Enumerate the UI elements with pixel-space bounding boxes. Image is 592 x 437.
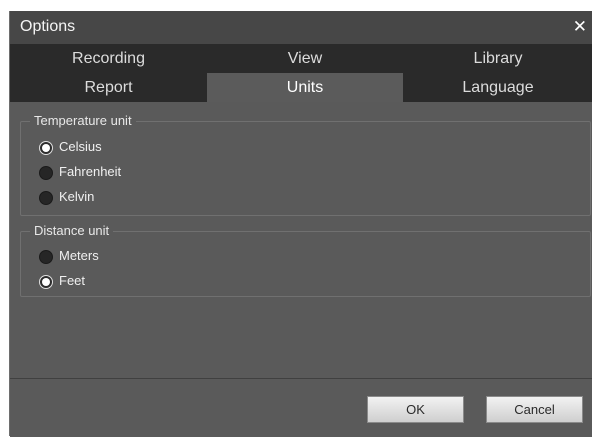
radio-unchecked-icon	[39, 250, 53, 264]
distance-unit-label: Distance unit	[30, 223, 114, 238]
radio-checked-icon	[39, 141, 53, 155]
title-bar: Options ✕	[10, 11, 592, 44]
tab-report[interactable]: Report	[10, 73, 207, 102]
tab-units[interactable]: Units	[207, 73, 403, 102]
tab-strip: Recording View Library Report Units Lang…	[10, 44, 592, 102]
tab-view[interactable]: View	[207, 44, 403, 73]
radio-unchecked-icon	[39, 191, 53, 205]
ok-button[interactable]: OK	[367, 396, 464, 423]
close-icon[interactable]: ✕	[573, 17, 587, 37]
dialog-title: Options	[20, 18, 76, 35]
temperature-unit-group: Temperature unit Celsius Fahrenheit Kelv…	[20, 113, 591, 216]
tab-language[interactable]: Language	[403, 73, 592, 102]
radio-checked-icon	[39, 275, 53, 289]
radio-label: Celsius	[59, 139, 102, 154]
tab-recording[interactable]: Recording	[10, 44, 207, 73]
radio-label: Meters	[59, 248, 99, 263]
tab-library[interactable]: Library	[403, 44, 592, 73]
temperature-unit-label: Temperature unit	[30, 113, 136, 128]
radio-label: Kelvin	[59, 189, 95, 204]
dialog-footer: OK Cancel	[10, 378, 592, 437]
options-dialog: Options ✕ Recording View Library Report …	[9, 11, 592, 437]
radio-unchecked-icon	[39, 166, 53, 180]
radio-label: Fahrenheit	[59, 164, 122, 179]
radio-label: Feet	[59, 273, 86, 288]
cancel-button[interactable]: Cancel	[486, 396, 583, 423]
distance-unit-group: Distance unit Meters Feet	[20, 223, 591, 297]
